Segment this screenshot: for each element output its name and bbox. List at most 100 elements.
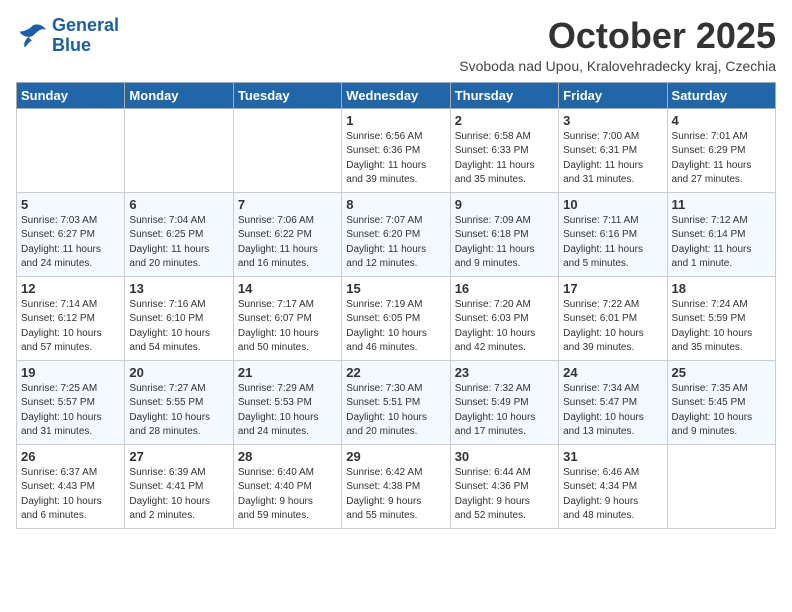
calendar-cell: 6 Sunrise: 7:04 AM Sunset: 6:25 PM Daylig…	[125, 192, 233, 276]
calendar-cell: 20 Sunrise: 7:27 AM Sunset: 5:55 PM Dayli…	[125, 360, 233, 444]
calendar-week-row: 1 Sunrise: 6:56 AM Sunset: 6:36 PM Daylig…	[17, 108, 776, 192]
day-info: Sunrise: 7:19 AM Sunset: 6:05 PM Dayligh…	[346, 298, 445, 356]
calendar-cell: 27 Sunrise: 6:39 AM Sunset: 4:41 PM Dayli…	[125, 444, 233, 528]
page-header: General Blue October 2025 Svoboda nad Up…	[16, 16, 776, 74]
calendar-cell: 3Sunrise: 7:00 AM Sunset: 6:31 PM Daylig…	[559, 108, 667, 192]
day-number: 16	[455, 281, 554, 296]
calendar-cell: 29Sunrise: 6:42 AM Sunset: 4:38 PM Dayli…	[342, 444, 450, 528]
day-number: 10	[563, 197, 662, 212]
day-of-week-header: Wednesday	[342, 82, 450, 108]
day-number: 12	[21, 281, 120, 296]
day-info: Sunrise: 7:16 AM Sunset: 6:10 PM Dayligh…	[129, 298, 228, 356]
calendar-cell: 8 Sunrise: 7:07 AM Sunset: 6:20 PM Daylig…	[342, 192, 450, 276]
calendar-header-row: SundayMondayTuesdayWednesdayThursdayFrid…	[17, 82, 776, 108]
day-info: Sunrise: 7:14 AM Sunset: 6:12 PM Dayligh…	[21, 298, 120, 356]
day-info: Sunrise: 7:07 AM Sunset: 6:20 PM Dayligh…	[346, 214, 445, 272]
day-info: Sunrise: 6:46 AM Sunset: 4:34 PM Dayligh…	[563, 466, 662, 524]
day-number: 21	[238, 365, 337, 380]
day-number: 27	[129, 449, 228, 464]
logo: General Blue	[16, 16, 119, 56]
calendar-cell: 13 Sunrise: 7:16 AM Sunset: 6:10 PM Dayli…	[125, 276, 233, 360]
day-of-week-header: Saturday	[667, 82, 775, 108]
calendar-cell: 5Sunrise: 7:03 AM Sunset: 6:27 PM Daylig…	[17, 192, 125, 276]
calendar-cell: 7Sunrise: 7:06 AM Sunset: 6:22 PM Daylig…	[233, 192, 341, 276]
day-number: 30	[455, 449, 554, 464]
day-number: 15	[346, 281, 445, 296]
day-number: 8	[346, 197, 445, 212]
day-number: 19	[21, 365, 120, 380]
calendar-cell: 23 Sunrise: 7:32 AM Sunset: 5:49 PM Dayli…	[450, 360, 558, 444]
day-number: 3	[563, 113, 662, 128]
calendar-week-row: 5Sunrise: 7:03 AM Sunset: 6:27 PM Daylig…	[17, 192, 776, 276]
day-of-week-header: Tuesday	[233, 82, 341, 108]
calendar-cell: 15 Sunrise: 7:19 AM Sunset: 6:05 PM Dayli…	[342, 276, 450, 360]
day-number: 23	[455, 365, 554, 380]
calendar-cell: 22 Sunrise: 7:30 AM Sunset: 5:51 PM Dayli…	[342, 360, 450, 444]
calendar-cell: 25 Sunrise: 7:35 AM Sunset: 5:45 PM Dayli…	[667, 360, 775, 444]
day-number: 31	[563, 449, 662, 464]
calendar-cell: 24Sunrise: 7:34 AM Sunset: 5:47 PM Dayli…	[559, 360, 667, 444]
calendar-cell: 10 Sunrise: 7:11 AM Sunset: 6:16 PM Dayli…	[559, 192, 667, 276]
day-number: 17	[563, 281, 662, 296]
day-info: Sunrise: 7:11 AM Sunset: 6:16 PM Dayligh…	[563, 214, 662, 272]
day-number: 13	[129, 281, 228, 296]
calendar-cell	[233, 108, 341, 192]
day-of-week-header: Friday	[559, 82, 667, 108]
logo-text: General Blue	[52, 16, 119, 56]
day-info: Sunrise: 7:32 AM Sunset: 5:49 PM Dayligh…	[455, 382, 554, 440]
day-number: 1	[346, 113, 445, 128]
calendar-cell: 14 Sunrise: 7:17 AM Sunset: 6:07 PM Dayli…	[233, 276, 341, 360]
day-info: Sunrise: 7:30 AM Sunset: 5:51 PM Dayligh…	[346, 382, 445, 440]
calendar-cell: 18Sunrise: 7:24 AM Sunset: 5:59 PM Dayli…	[667, 276, 775, 360]
day-number: 6	[129, 197, 228, 212]
day-info: Sunrise: 7:09 AM Sunset: 6:18 PM Dayligh…	[455, 214, 554, 272]
calendar-cell: 28 Sunrise: 6:40 AM Sunset: 4:40 PM Dayli…	[233, 444, 341, 528]
calendar-cell: 30Sunrise: 6:44 AM Sunset: 4:36 PM Dayli…	[450, 444, 558, 528]
title-block: October 2025 Svoboda nad Upou, Kralovehr…	[459, 16, 776, 74]
calendar-cell: 26Sunrise: 6:37 AM Sunset: 4:43 PM Dayli…	[17, 444, 125, 528]
calendar-cell: 9Sunrise: 7:09 AM Sunset: 6:18 PM Daylig…	[450, 192, 558, 276]
calendar-cell: 19 Sunrise: 7:25 AM Sunset: 5:57 PM Dayli…	[17, 360, 125, 444]
day-info: Sunrise: 7:01 AM Sunset: 6:29 PM Dayligh…	[672, 130, 771, 188]
day-number: 4	[672, 113, 771, 128]
calendar-cell	[667, 444, 775, 528]
day-number: 28	[238, 449, 337, 464]
day-info: Sunrise: 7:06 AM Sunset: 6:22 PM Dayligh…	[238, 214, 337, 272]
day-info: Sunrise: 7:35 AM Sunset: 5:45 PM Dayligh…	[672, 382, 771, 440]
day-number: 25	[672, 365, 771, 380]
calendar-cell: 2Sunrise: 6:58 AM Sunset: 6:33 PM Daylig…	[450, 108, 558, 192]
day-number: 11	[672, 197, 771, 212]
day-info: Sunrise: 7:04 AM Sunset: 6:25 PM Dayligh…	[129, 214, 228, 272]
calendar-cell: 12 Sunrise: 7:14 AM Sunset: 6:12 PM Dayli…	[17, 276, 125, 360]
day-info: Sunrise: 6:39 AM Sunset: 4:41 PM Dayligh…	[129, 466, 228, 524]
calendar-week-row: 12 Sunrise: 7:14 AM Sunset: 6:12 PM Dayli…	[17, 276, 776, 360]
day-info: Sunrise: 7:12 AM Sunset: 6:14 PM Dayligh…	[672, 214, 771, 272]
logo-icon	[16, 22, 48, 50]
day-of-week-header: Monday	[125, 82, 233, 108]
calendar-cell: 21Sunrise: 7:29 AM Sunset: 5:53 PM Dayli…	[233, 360, 341, 444]
day-number: 22	[346, 365, 445, 380]
day-info: Sunrise: 7:24 AM Sunset: 5:59 PM Dayligh…	[672, 298, 771, 356]
day-info: Sunrise: 7:03 AM Sunset: 6:27 PM Dayligh…	[21, 214, 120, 272]
day-info: Sunrise: 7:25 AM Sunset: 5:57 PM Dayligh…	[21, 382, 120, 440]
day-number: 29	[346, 449, 445, 464]
calendar-week-row: 19 Sunrise: 7:25 AM Sunset: 5:57 PM Dayli…	[17, 360, 776, 444]
day-number: 14	[238, 281, 337, 296]
day-info: Sunrise: 6:58 AM Sunset: 6:33 PM Dayligh…	[455, 130, 554, 188]
day-info: Sunrise: 6:40 AM Sunset: 4:40 PM Dayligh…	[238, 466, 337, 524]
calendar-cell: 16Sunrise: 7:20 AM Sunset: 6:03 PM Dayli…	[450, 276, 558, 360]
calendar-table: SundayMondayTuesdayWednesdayThursdayFrid…	[16, 82, 776, 529]
day-number: 26	[21, 449, 120, 464]
calendar-week-row: 26Sunrise: 6:37 AM Sunset: 4:43 PM Dayli…	[17, 444, 776, 528]
day-info: Sunrise: 7:27 AM Sunset: 5:55 PM Dayligh…	[129, 382, 228, 440]
subtitle: Svoboda nad Upou, Kralovehradecky kraj, …	[459, 58, 776, 74]
day-of-week-header: Thursday	[450, 82, 558, 108]
day-number: 20	[129, 365, 228, 380]
day-info: Sunrise: 7:17 AM Sunset: 6:07 PM Dayligh…	[238, 298, 337, 356]
day-info: Sunrise: 7:22 AM Sunset: 6:01 PM Dayligh…	[563, 298, 662, 356]
day-info: Sunrise: 6:56 AM Sunset: 6:36 PM Dayligh…	[346, 130, 445, 188]
month-title: October 2025	[459, 16, 776, 56]
calendar-cell	[125, 108, 233, 192]
calendar-cell: 4 Sunrise: 7:01 AM Sunset: 6:29 PM Daylig…	[667, 108, 775, 192]
calendar-cell: 17 Sunrise: 7:22 AM Sunset: 6:01 PM Dayli…	[559, 276, 667, 360]
